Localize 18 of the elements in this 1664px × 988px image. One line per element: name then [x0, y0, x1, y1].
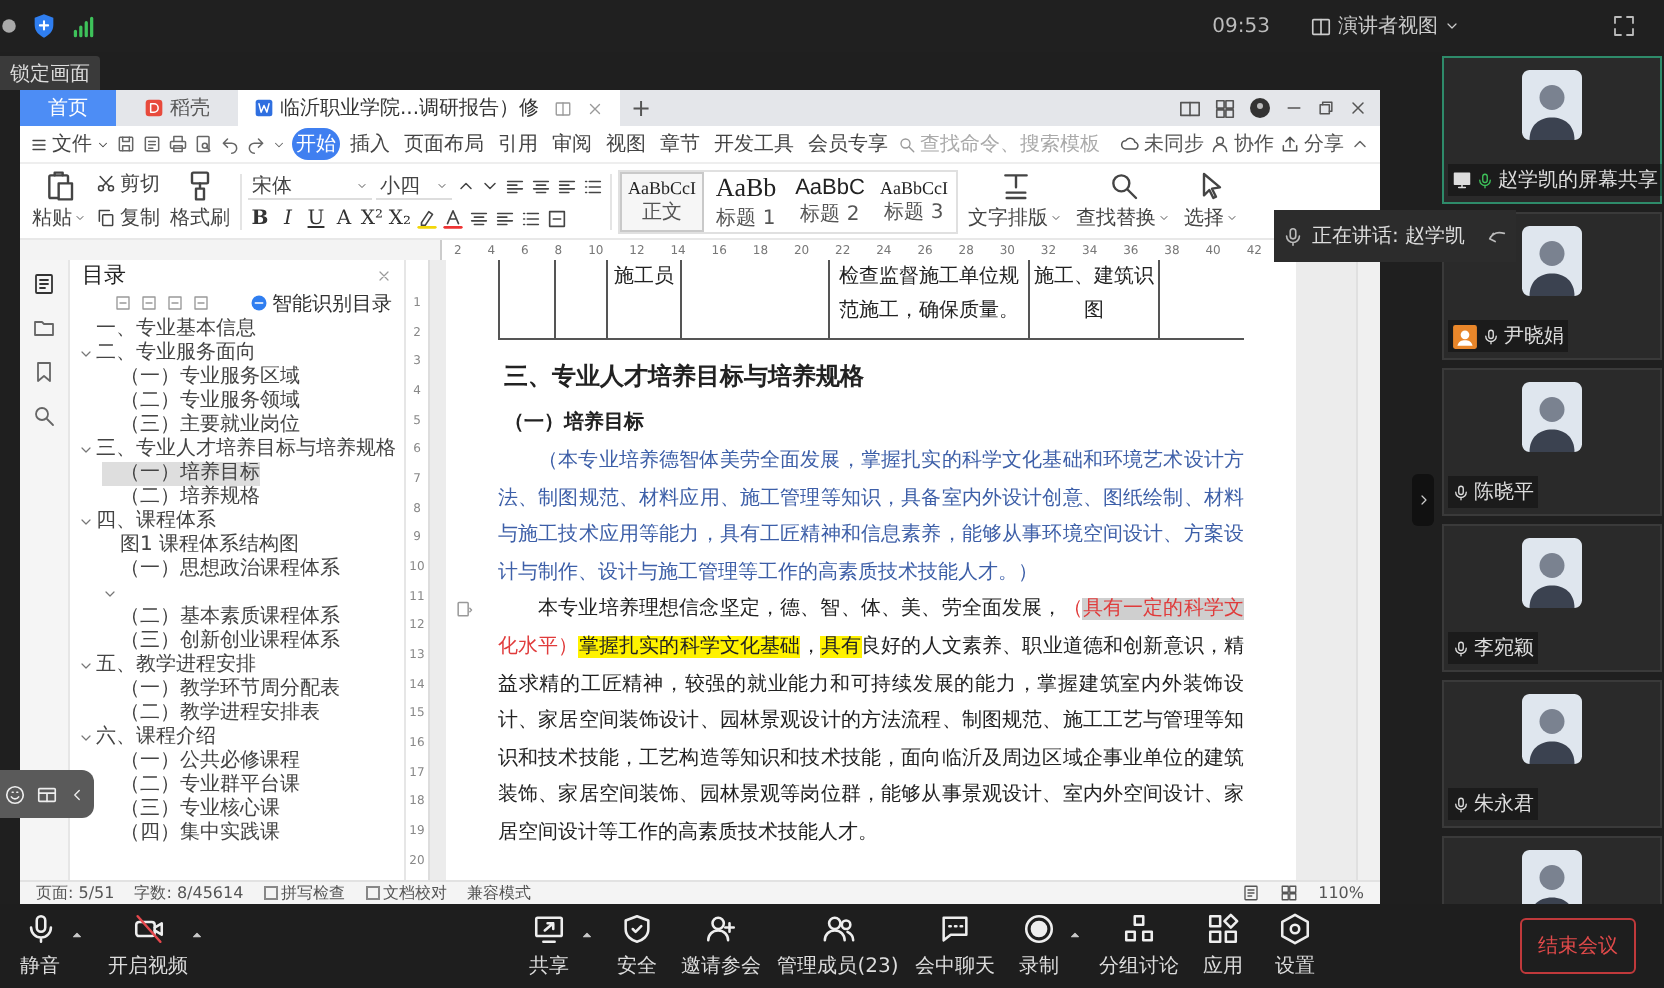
clock-time: 09:53: [1212, 15, 1270, 37]
table-cell: 施工员: [606, 260, 680, 338]
zoom-level: 110%: [1318, 884, 1364, 902]
paragraph: 本专业培养理想信念坚定，德、智、体、美、劳全面发展，（具有一定的科学文 化水平）掌握扎实的科学文化基础，具有良好的人文素养、职业道德和创新意识，精益求精的工匠精神，较强的就业能力和可持续发展的能力，掌握建筑室内外装饰设计、家居空间装饰设计、园林景观设计的方法流程、制图规范、施工工艺与管理等知识和技术技能，工艺构造等知识和技术技能，面向临沂及周边区域企事业单位的建筑装饰、家居空间装饰、园林景观等岗位群，能够从事景观设计、室内外空间设计、家居空间设计等工作的高素质技术技能人才。: [498, 592, 1244, 854]
table-cell: 检查监督施工单位规范施工，确保质量。: [828, 260, 1028, 338]
participant-name: 赵学凯的屏幕共享: [1498, 167, 1658, 194]
subsection-heading: （一）培养目标: [504, 408, 646, 438]
status-text: 页面: 5/51: [36, 882, 115, 904]
participant-name: 尹晓娟: [1504, 323, 1564, 350]
participant-name: 朱永君: [1474, 791, 1534, 818]
paragraph: （本专业培养德智体美劳全面发展，掌握扎实的科学文化基础和环境艺术设计方法、制图规范、材料应用、施工管理等知识，具备室内外设计创意、图纸绘制、材料与施工技术应用等能力，具有工匠精神和信息素养，能够从事环境空间设计、方案设计与制作、设计与施工管理等工作的高素质技术技能人才。）: [498, 447, 1244, 588]
status-text: 字数: 8/45614: [134, 882, 244, 904]
participant-name: 陈晓平: [1474, 479, 1534, 506]
participant-name: 李宛颖: [1474, 635, 1534, 662]
table-cell: 施工、建筑识图: [1028, 260, 1160, 338]
status-text: 兼容模式: [467, 882, 532, 904]
panel-title: 目录: [82, 260, 126, 290]
section-heading: 三、专业人才培养目标与培养规格: [504, 360, 866, 394]
